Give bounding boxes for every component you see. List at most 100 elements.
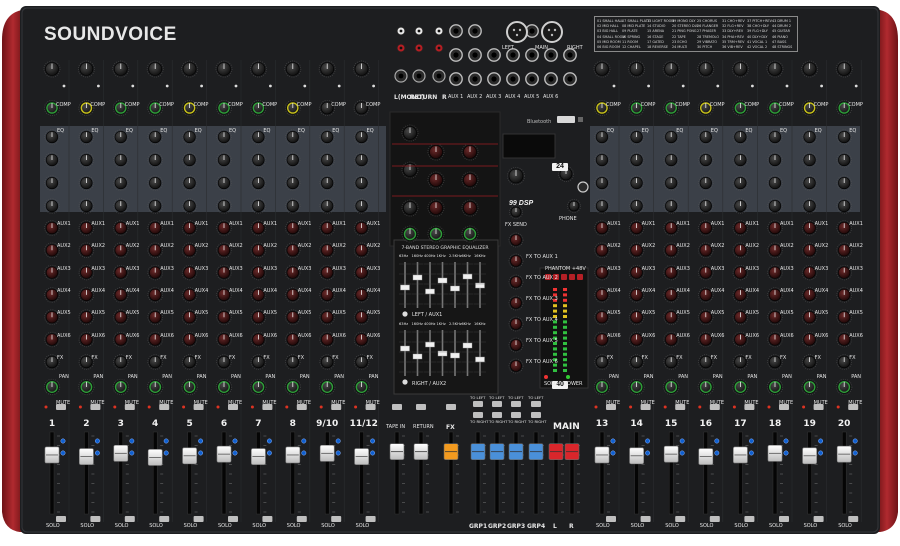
- row-label-pan: PAN: [334, 374, 345, 380]
- eq-right-switch[interactable]: [402, 379, 408, 385]
- ch6-solo-button[interactable]: [228, 516, 238, 522]
- ch13-solo-button[interactable]: [675, 516, 686, 522]
- ch13-pfl-led: [679, 438, 685, 444]
- phantom-button[interactable]: [577, 274, 583, 280]
- eq-slider-cap[interactable]: [412, 353, 423, 360]
- eq-slider-cap[interactable]: [400, 284, 410, 291]
- eq-slider-cap[interactable]: [450, 352, 460, 359]
- ch10-solo-button[interactable]: [365, 516, 376, 522]
- fx-preset-45: 45 GUITAR: [772, 29, 790, 34]
- main-l-label: L: [553, 523, 557, 530]
- row-label-solo: SOLO: [699, 523, 714, 529]
- row-label-eq: EQ: [710, 128, 718, 134]
- row-label-aux6: AUX6: [57, 332, 71, 339]
- group3-fader-to-right-button[interactable]: [511, 412, 521, 418]
- meter-led: [553, 352, 557, 356]
- row-label-mute: MUTE: [124, 400, 139, 406]
- row-label-eq: EQ: [194, 128, 202, 134]
- ch6-peak-led: [234, 84, 238, 88]
- channel-number-9: 9/10: [316, 419, 339, 429]
- eq-slider-cap[interactable]: [450, 285, 460, 292]
- eq-freq-label-7: 16KHz: [474, 254, 486, 258]
- ch5-peak-led: [200, 84, 204, 88]
- row-label-aux4: AUX4: [160, 287, 174, 294]
- fx-program-knob[interactable]: [507, 167, 525, 185]
- ch1-solo-button[interactable]: [56, 516, 66, 522]
- eq-slider-cap[interactable]: [475, 282, 485, 289]
- channel-number-5: 5: [186, 419, 193, 429]
- fx-preset-33: 33 DLY+REV: [722, 29, 744, 34]
- row-label-aux3: AUX3: [332, 265, 346, 272]
- eq-slider-cap[interactable]: [425, 288, 435, 295]
- fx-preset-39: 39 FLG+DLY: [747, 29, 768, 34]
- eq-slider-cap[interactable]: [412, 274, 423, 281]
- row-label-aux6: AUX6: [263, 332, 278, 339]
- ch2-solo-button[interactable]: [90, 516, 101, 522]
- return-fader-mute-button[interactable]: [416, 404, 426, 410]
- ch17-solo-button[interactable]: [813, 516, 824, 522]
- ch8-solo-button[interactable]: [296, 516, 307, 522]
- row-label-aux5: AUX5: [125, 310, 140, 317]
- eq-slider-cap[interactable]: [425, 341, 435, 348]
- ch18-solo-button[interactable]: [848, 516, 859, 522]
- meter-led: [553, 347, 557, 351]
- ch12-solo-button[interactable]: [640, 516, 651, 522]
- phantom-button[interactable]: [569, 274, 575, 280]
- row-label-aux1: AUX1: [366, 221, 381, 227]
- ch14-solo-button[interactable]: [709, 516, 720, 522]
- eq-freq-label-2: 160Hz: [411, 254, 423, 258]
- group1-fader-to-right-button[interactable]: [473, 412, 483, 418]
- row-label-comp: COMP: [262, 102, 278, 108]
- ch9-solo-button[interactable]: [331, 516, 342, 522]
- eq-slider-cap[interactable]: [462, 273, 473, 280]
- ch7-solo-button[interactable]: [262, 516, 273, 522]
- row-label-aux2: AUX2: [676, 243, 690, 250]
- ch4-pfl-led: [163, 438, 169, 444]
- xlr-output[interactable]: [506, 21, 528, 43]
- group2-fader-to-right-button[interactable]: [492, 412, 502, 418]
- left-aux1-label: LEFT / AUX1: [412, 312, 443, 318]
- ch16-solo-button[interactable]: [779, 516, 789, 522]
- ch4-solo-button[interactable]: [159, 516, 170, 522]
- group-to-right-label-4: TO RIGHT: [528, 419, 547, 424]
- usb-port[interactable]: [557, 116, 575, 123]
- ch15-solo-button[interactable]: [744, 516, 755, 522]
- eq-slider-cap[interactable]: [475, 356, 485, 363]
- group4-fader-to-right-button[interactable]: [531, 412, 541, 418]
- meter-led: [553, 309, 557, 313]
- ch3-solo-button[interactable]: [124, 516, 135, 522]
- eq-slider-cap[interactable]: [400, 345, 410, 352]
- group3-fader-to-left-button[interactable]: [511, 401, 521, 407]
- row-label-solo: SOLO: [183, 523, 198, 529]
- fx-preset-30: 30 PITCH: [697, 45, 713, 49]
- main-r-label: R: [569, 523, 574, 530]
- row-label-mute: MUTE: [262, 400, 277, 406]
- row-label-pan: PAN: [162, 374, 173, 380]
- group2-fader-to-left-button[interactable]: [492, 401, 502, 407]
- fx-return-fader-mute-button[interactable]: [446, 404, 456, 410]
- xlr-pin: [553, 28, 557, 32]
- xlr-output[interactable]: [541, 21, 563, 43]
- row-label-aux1: AUX1: [263, 221, 278, 227]
- ch15-grp-led: [748, 450, 754, 456]
- row-label-fx: FX: [710, 355, 718, 361]
- phantom-button[interactable]: [561, 274, 567, 280]
- bt-button[interactable]: [578, 117, 583, 122]
- fx-preset-6: 06 BIG ROOM: [597, 45, 621, 49]
- row-label-mute: MUTE: [744, 400, 759, 406]
- eq-slider-cap[interactable]: [437, 277, 448, 284]
- ch11-solo-button[interactable]: [606, 516, 616, 522]
- rca-jack-center: [417, 46, 421, 50]
- tape-in-fader-mute-button[interactable]: [392, 404, 402, 410]
- eq-freq-label-6: 6KHz: [461, 254, 471, 258]
- ch12-mute-led: [629, 405, 633, 409]
- ch10-pfl-led: [370, 438, 376, 444]
- group4-fader-to-left-button[interactable]: [531, 401, 541, 407]
- ch5-solo-button[interactable]: [193, 516, 204, 522]
- eq-left-switch[interactable]: [402, 311, 408, 317]
- group1-fader-to-left-button[interactable]: [473, 401, 483, 407]
- row-label-aux1: AUX1: [745, 221, 760, 227]
- phones-jack[interactable]: [577, 181, 589, 193]
- eq-slider-cap[interactable]: [437, 350, 448, 357]
- eq-slider-cap[interactable]: [462, 342, 473, 349]
